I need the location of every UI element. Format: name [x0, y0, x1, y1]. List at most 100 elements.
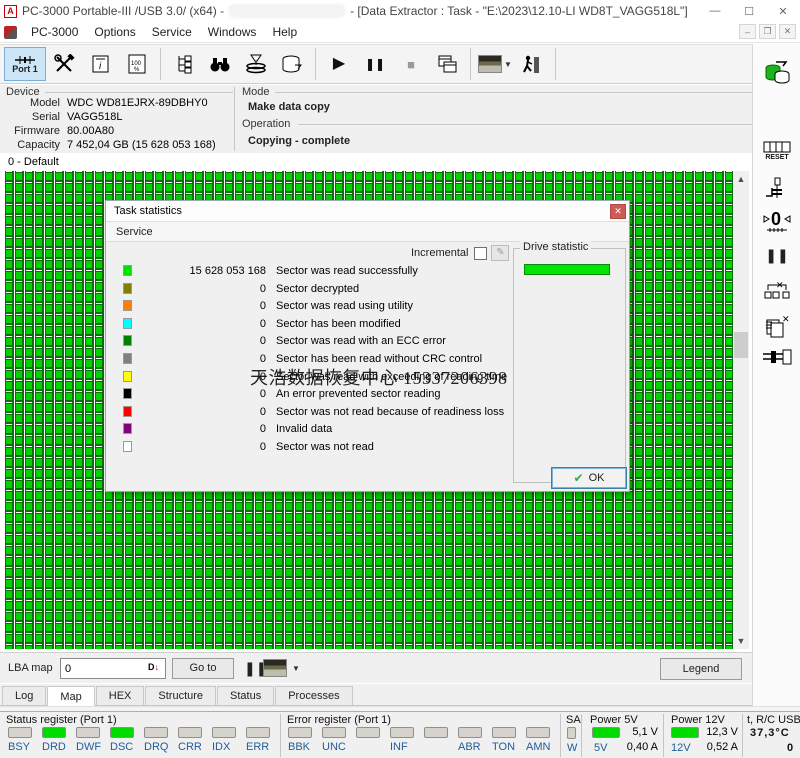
stat-color-swatch [123, 317, 132, 329]
led-label: ERR [246, 741, 270, 753]
lba-format-icon[interactable]: D↓ [148, 662, 159, 672]
led-label: DWF [76, 741, 102, 753]
scrollbar-thumb[interactable] [734, 332, 748, 358]
svg-text:✕: ✕ [776, 280, 784, 290]
counter-reset-button[interactable]: 1 RESET [753, 136, 800, 161]
led-label: AMN [526, 741, 551, 753]
tab-hex[interactable]: HEX [95, 686, 145, 705]
percent-doc-icon: 100% [128, 54, 146, 74]
zero-counter-button[interactable]: 0 [753, 208, 800, 237]
tab-processes[interactable]: Processes [275, 686, 353, 705]
mdi-close-button[interactable]: ✕ [779, 24, 796, 39]
maximize-button[interactable]: ☐ [732, 0, 766, 22]
stat-row: 15 628 053 168 Sector was read successful… [106, 263, 506, 280]
operation-group-title: Operation [242, 118, 291, 130]
tab-status[interactable]: Status [217, 686, 275, 705]
processes-button[interactable] [515, 47, 549, 81]
divider [663, 714, 664, 757]
menu-item-options[interactable]: Options [86, 23, 143, 41]
ok-button[interactable]: ✔ OK [551, 467, 627, 489]
copy-pages-icon [438, 55, 457, 73]
scroll-up-icon[interactable]: ▲ [733, 171, 749, 187]
divider [45, 92, 233, 93]
dialog-title-bar[interactable]: Task statistics ✕ [106, 201, 629, 222]
head-test-button[interactable] [753, 176, 800, 205]
stat-label: Sector was not read [276, 441, 374, 453]
port1-button[interactable]: Port 1 [4, 47, 46, 81]
mdi-minimize-button[interactable]: – [739, 24, 756, 39]
copy-database-button[interactable] [753, 60, 800, 89]
rail-pause-button[interactable]: ❚❚ [753, 247, 800, 264]
reset-label: RESET [765, 154, 789, 161]
scroll-down-icon[interactable]: ▼ [733, 633, 749, 649]
slider-icon [763, 349, 792, 365]
tab-map[interactable]: Map [47, 686, 95, 706]
mdi-restore-button[interactable]: ❐ [759, 24, 776, 39]
stat-label: Sector was read successfully [276, 265, 418, 277]
dialog-menu-service[interactable]: Service [116, 226, 153, 238]
device-row-label: Model [30, 97, 60, 109]
delete-pages-icon: ✕ [766, 314, 790, 338]
device-row-value: VAGG518L [67, 111, 123, 123]
edit-pencil-icon[interactable]: ✎ [491, 245, 510, 261]
goto-button[interactable]: Go to [172, 658, 234, 679]
settings-slider-button[interactable] [753, 349, 800, 368]
stop-button[interactable]: ■ [394, 47, 428, 81]
structure-button[interactable] [167, 47, 201, 81]
pause-icon: ❚❚ [364, 57, 386, 71]
stat-color-swatch [123, 265, 132, 276]
led-label: DRQ [144, 741, 169, 753]
log-button[interactable]: i [84, 47, 118, 81]
led-drd [42, 727, 66, 738]
clear-sectors-button[interactable]: ✕ [753, 280, 800, 307]
power12-amps: 0,52 A [706, 741, 738, 753]
legend-button[interactable]: Legend [660, 658, 742, 680]
tab-structure[interactable]: Structure [145, 686, 217, 705]
start-button[interactable]: ▶ [322, 47, 356, 81]
map-thumbnail-button[interactable] [263, 659, 287, 677]
temp-title: t, R/C USB [747, 714, 800, 726]
led-drq [144, 727, 168, 738]
toolbar-separator [554, 48, 556, 80]
search-button[interactable] [203, 47, 237, 81]
minimize-button[interactable]: — [698, 0, 732, 22]
pause-button[interactable]: ❚❚ [358, 47, 392, 81]
menu-item-service[interactable]: Service [144, 23, 200, 41]
toolbar-separator [160, 48, 161, 80]
led-label: CRR [178, 741, 202, 753]
dialog-close-button[interactable]: ✕ [610, 204, 626, 219]
led-ton [492, 727, 516, 738]
device-row-firmware: Firmware 80.00A80 [8, 125, 114, 137]
menu-item-help[interactable]: Help [264, 23, 305, 41]
device-row-label: Firmware [14, 125, 60, 137]
incremental-checkbox[interactable] [474, 246, 488, 260]
utility-tools-button[interactable] [48, 47, 82, 81]
led-bbk [288, 727, 312, 738]
power5-led-label: 5V [594, 742, 608, 754]
copy-windows-button[interactable] [430, 47, 464, 81]
filter-map-button[interactable] [239, 47, 273, 81]
map-preview-button[interactable]: ▼ [477, 47, 513, 81]
device-row-label: Capacity [17, 139, 60, 151]
head-capacitor-icon [766, 177, 782, 198]
menu-item-pc-3000[interactable]: PC-3000 [23, 23, 86, 41]
power5-volts: 5,1 V [632, 726, 658, 738]
menu-item-windows[interactable]: Windows [200, 23, 265, 41]
tab-log[interactable]: Log [2, 686, 47, 705]
stat-row: 0 Sector was not read [106, 439, 506, 456]
counter-icon: 1 [763, 136, 791, 153]
chevron-down-icon[interactable]: ▼ [292, 664, 300, 673]
led-label: DRD [42, 741, 66, 753]
pc3000-menu-icon [4, 25, 17, 39]
dialog-title: Task statistics [114, 205, 182, 217]
stat-value: 0 [259, 282, 266, 295]
delete-pages-button[interactable]: ✕ [753, 314, 800, 343]
divider [560, 714, 561, 757]
statistics-button[interactable]: 100% [120, 47, 154, 81]
map-scrollbar[interactable]: ▲ ▼ [733, 171, 749, 649]
close-button[interactable]: ✕ [766, 0, 800, 22]
stat-label: Sector has been modified [276, 317, 401, 330]
led-label: INF [390, 741, 408, 753]
data-copy-button[interactable] [275, 47, 309, 81]
divider [234, 87, 235, 151]
